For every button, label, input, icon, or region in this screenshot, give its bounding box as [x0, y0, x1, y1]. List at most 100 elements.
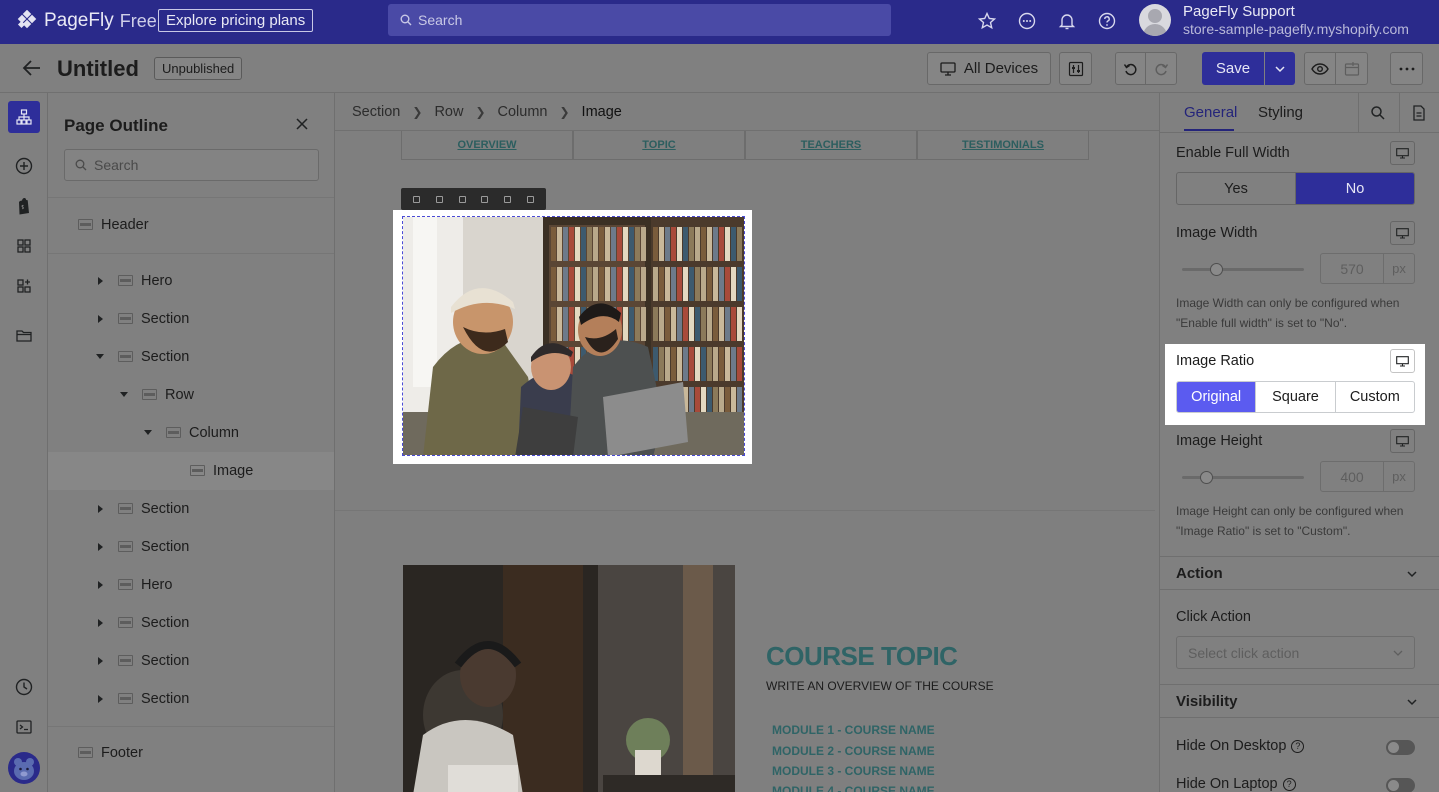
full-width-no-option[interactable]: No — [1296, 173, 1414, 204]
help-icon[interactable]: ? — [1291, 740, 1305, 753]
page-outline-rail-button[interactable] — [8, 101, 40, 133]
user-info[interactable]: PageFly Support store-sample-pagefly.mys… — [1183, 3, 1409, 38]
preview-button[interactable] — [1304, 52, 1336, 85]
ratio-original-option[interactable]: Original — [1177, 382, 1256, 412]
outline-item-image[interactable]: Image — [48, 452, 334, 490]
help-icon[interactable]: ? — [1282, 778, 1296, 791]
nav-tab-topic[interactable]: TOPIC — [573, 131, 745, 160]
editor-header: Untitled Unpublished All Devices Save — [0, 44, 1439, 93]
outline-item-section[interactable]: Section — [48, 642, 334, 680]
image-width-slider[interactable] — [1182, 263, 1304, 276]
outline-item-label: Column — [189, 425, 239, 441]
outline-item-section[interactable]: Section — [48, 338, 334, 376]
redo-icon — [1155, 63, 1169, 75]
delete-icon[interactable] — [458, 195, 466, 203]
outline-item-section[interactable]: Section — [48, 680, 334, 718]
breadcrumb-item[interactable]: Section — [352, 104, 400, 120]
move-icon[interactable] — [412, 195, 420, 203]
caret-right-icon[interactable] — [98, 695, 103, 703]
nav-tab-overview[interactable]: OVERVIEW — [401, 131, 573, 160]
undo-button[interactable] — [1115, 52, 1146, 85]
outline-item-hero[interactable]: Hero — [48, 566, 334, 604]
user-avatar[interactable] — [1139, 4, 1171, 36]
style-brush-icon[interactable] — [504, 195, 512, 203]
outline-item-footer[interactable]: Footer — [48, 734, 334, 772]
caret-right-icon[interactable] — [98, 315, 103, 323]
pagefly-logo[interactable]: PageFly Free — [16, 10, 157, 32]
pagefly-bear-avatar[interactable] — [8, 752, 40, 784]
add-element-icon[interactable] — [14, 156, 34, 176]
device-toggle-button[interactable] — [1390, 221, 1415, 245]
all-devices-button[interactable]: All Devices — [927, 52, 1051, 85]
action-section-header[interactable]: Action — [1160, 556, 1439, 590]
save-element-icon[interactable] — [481, 195, 489, 203]
close-icon[interactable] — [295, 117, 309, 131]
tab-general[interactable]: General — [1184, 104, 1237, 121]
device-toggle-button[interactable] — [1390, 349, 1415, 373]
device-toggle-button[interactable] — [1390, 141, 1415, 165]
outline-item-hero[interactable]: Hero — [48, 262, 334, 300]
full-width-yes-option[interactable]: Yes — [1177, 173, 1296, 204]
explore-pricing-button[interactable]: Explore pricing plans — [158, 9, 314, 32]
global-search-input[interactable]: Search — [388, 4, 891, 36]
redo-button[interactable] — [1145, 52, 1177, 85]
caret-down-icon[interactable] — [144, 430, 152, 435]
chat-icon[interactable] — [1017, 11, 1037, 31]
click-action-select[interactable]: Select click action — [1176, 636, 1415, 669]
document-icon[interactable] — [1411, 105, 1427, 121]
outline-item-header[interactable]: Header — [48, 206, 334, 244]
save-button[interactable]: Save — [1202, 52, 1264, 85]
star-icon[interactable] — [977, 11, 997, 31]
outline-item-column[interactable]: Column — [48, 414, 334, 452]
ratio-custom-option[interactable]: Custom — [1334, 382, 1414, 412]
slider-handle[interactable] — [1210, 263, 1224, 276]
save-dropdown-button[interactable] — [1265, 52, 1295, 85]
element-quick-toolbar[interactable] — [401, 188, 546, 210]
visibility-section-header[interactable]: Visibility — [1160, 684, 1439, 718]
nav-tab-teachers[interactable]: TEACHERS — [745, 131, 917, 160]
history-icon[interactable] — [14, 677, 34, 697]
ratio-square-option[interactable]: Square — [1255, 382, 1334, 412]
breadcrumb-item[interactable]: Column — [498, 104, 548, 120]
tab-styling[interactable]: Styling — [1258, 104, 1303, 121]
image-width-input[interactable]: 570 px — [1320, 253, 1415, 284]
outline-item-section[interactable]: Section — [48, 300, 334, 338]
device-toggle-button[interactable] — [1390, 429, 1415, 453]
bell-icon[interactable] — [1057, 11, 1077, 31]
hide-laptop-toggle[interactable] — [1386, 778, 1415, 792]
image-height-input[interactable]: 400 px — [1320, 461, 1415, 492]
nav-tab-testimonials[interactable]: TESTIMONIALS — [917, 131, 1089, 160]
layout-settings-button[interactable] — [1059, 52, 1092, 85]
back-arrow-icon[interactable] — [22, 59, 42, 77]
breadcrumb-item[interactable]: Row — [434, 104, 463, 120]
caret-right-icon[interactable] — [98, 581, 103, 589]
outline-search-input[interactable]: Search — [64, 149, 319, 181]
folder-icon[interactable] — [14, 326, 34, 346]
outline-item-section[interactable]: Section — [48, 528, 334, 566]
caret-right-icon[interactable] — [98, 505, 103, 513]
page-title[interactable]: Untitled — [57, 56, 139, 82]
outline-item-section[interactable]: Section — [48, 604, 334, 642]
image-height-slider[interactable] — [1182, 471, 1304, 484]
more-options-button[interactable] — [1390, 52, 1423, 85]
search-icon[interactable] — [1370, 105, 1386, 121]
caret-right-icon[interactable] — [98, 543, 103, 551]
editor-canvas[interactable]: Section ❯ Row ❯ Column ❯ Image OVERVIEW … — [335, 93, 1159, 792]
integrations-icon[interactable] — [14, 276, 34, 296]
terminal-icon[interactable] — [14, 717, 34, 737]
outline-item-row[interactable]: Row — [48, 376, 334, 414]
shopify-icon[interactable] — [14, 196, 34, 216]
caret-right-icon[interactable] — [98, 277, 103, 285]
caret-down-icon[interactable] — [120, 392, 128, 397]
duplicate-icon[interactable] — [435, 195, 443, 203]
outline-item-section[interactable]: Section — [48, 490, 334, 528]
publish-button[interactable] — [1335, 52, 1368, 85]
collapse-icon[interactable] — [527, 195, 535, 203]
help-icon[interactable] — [1097, 11, 1117, 31]
apps-grid-icon[interactable] — [14, 236, 34, 256]
caret-down-icon[interactable] — [96, 354, 104, 359]
slider-handle[interactable] — [1200, 471, 1214, 484]
hide-desktop-toggle[interactable] — [1386, 740, 1415, 755]
caret-right-icon[interactable] — [98, 619, 103, 627]
caret-right-icon[interactable] — [98, 657, 103, 665]
